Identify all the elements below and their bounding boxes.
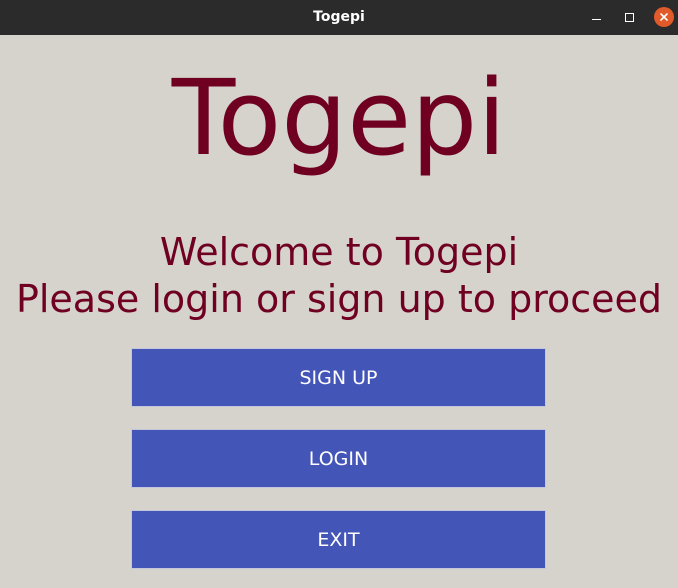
login-button[interactable]: LOGIN (131, 429, 546, 488)
welcome-line-2: Please login or sign up to proceed (15, 277, 663, 321)
title-bar[interactable]: Togepi (0, 0, 678, 35)
minimize-button[interactable] (586, 7, 606, 27)
exit-button[interactable]: EXIT (131, 510, 546, 569)
welcome-message: Welcome to Togepi Please login or sign u… (0, 229, 678, 323)
maximize-icon (624, 12, 634, 22)
maximize-button[interactable] (619, 7, 639, 27)
minimize-icon (591, 19, 601, 20)
close-button[interactable] (654, 7, 674, 27)
app-window: Togepi Togepi Welcome to Togepi Please l… (0, 0, 678, 588)
sign-up-button[interactable]: SIGN UP (131, 348, 546, 407)
app-logo-title: Togepi (171, 57, 507, 179)
close-icon (660, 13, 668, 21)
welcome-line-1: Welcome to Togepi (159, 230, 519, 274)
window-title: Togepi (313, 9, 365, 25)
